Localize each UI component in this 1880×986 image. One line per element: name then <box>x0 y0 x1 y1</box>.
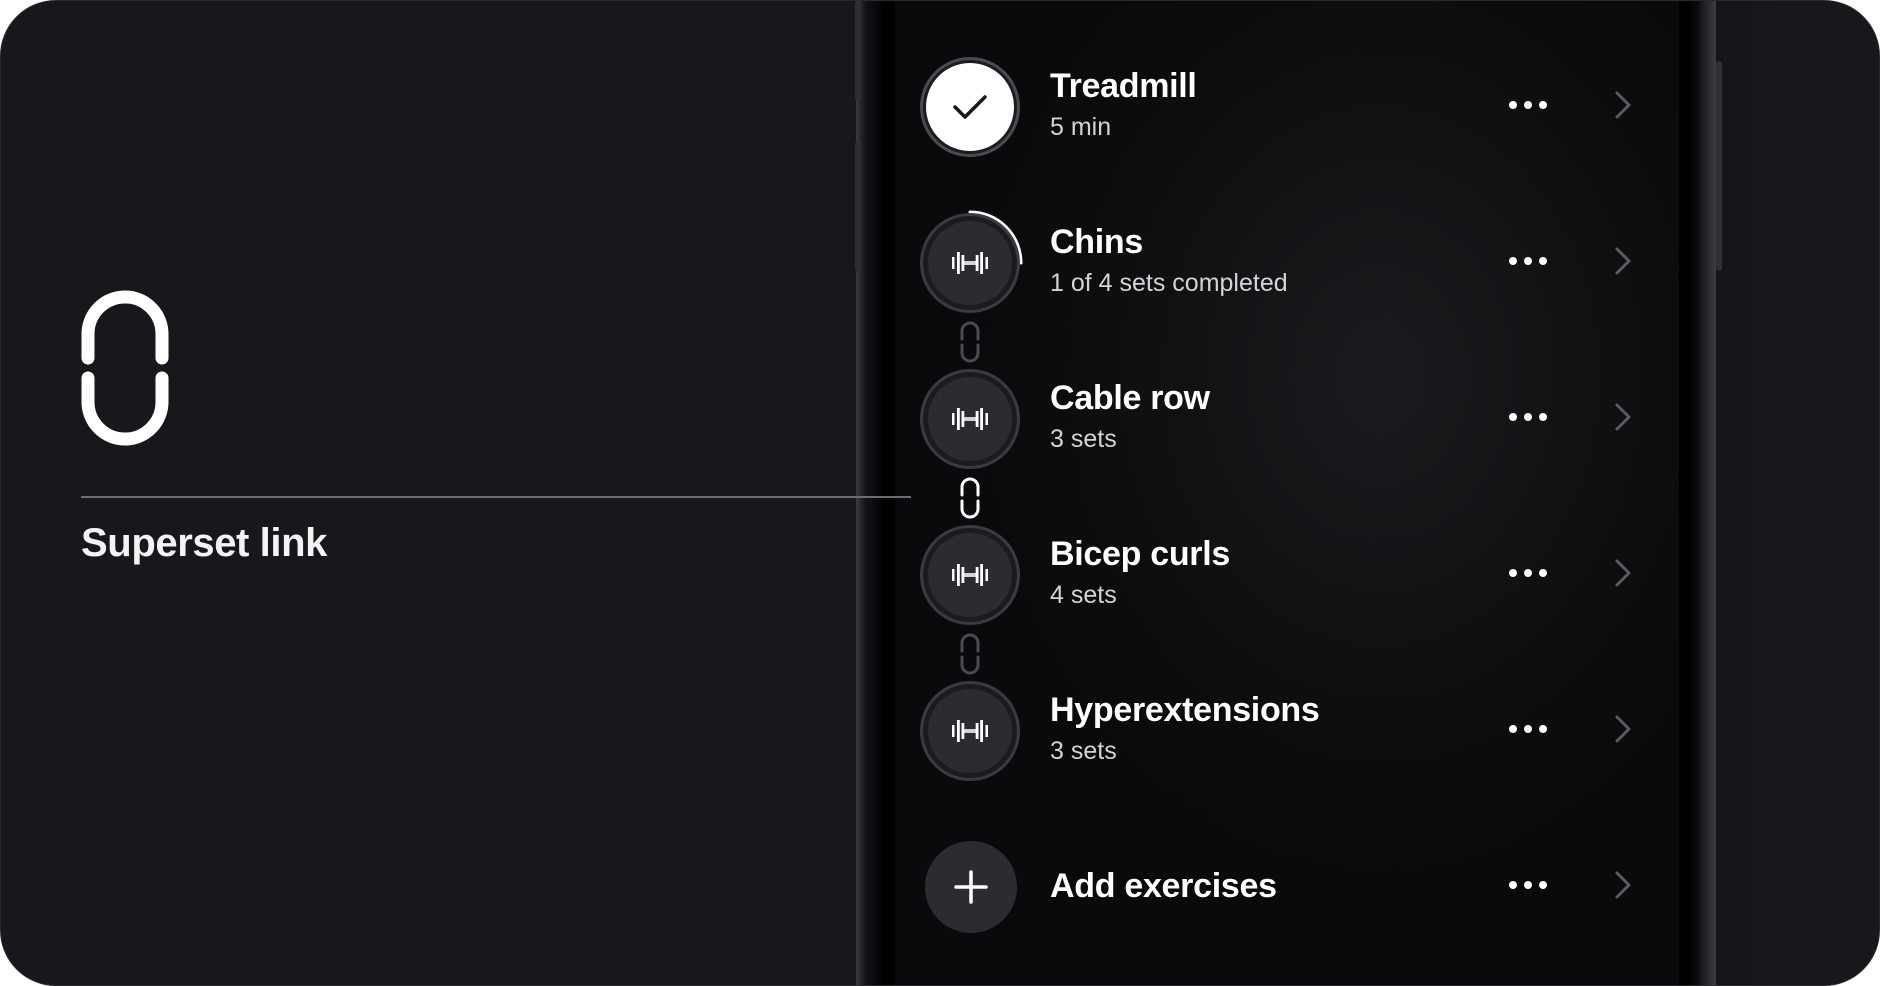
more-options-button[interactable] <box>1509 251 1553 271</box>
exercise-subtitle: 4 sets <box>1050 581 1117 609</box>
exercise-title: Treadmill <box>1050 67 1197 105</box>
exercise-row-hyperextensions[interactable]: Hyperextensions 3 sets <box>895 673 1679 793</box>
exercise-title: Bicep curls <box>1050 535 1230 573</box>
annotation-panel: Superset link <box>1 1 871 985</box>
chevron-right-icon[interactable] <box>1611 243 1635 279</box>
exercise-avatar[interactable] <box>920 369 1020 469</box>
plus-icon <box>954 870 988 904</box>
add-exercises-label: Add exercises <box>1050 867 1277 905</box>
chevron-right-icon[interactable] <box>1611 867 1635 903</box>
superset-link-icon[interactable] <box>958 475 982 521</box>
callout-leader-line <box>81 496 911 498</box>
phone-side-button <box>855 1 861 101</box>
add-exercises-row[interactable]: Add exercises <box>895 829 1679 949</box>
more-options-button[interactable] <box>1509 875 1553 895</box>
dumbbell-icon <box>952 720 988 742</box>
exercise-subtitle: 3 sets <box>1050 425 1117 453</box>
caption-label: Superset link <box>81 521 327 565</box>
chevron-right-icon[interactable] <box>1611 399 1635 435</box>
status-completed[interactable] <box>920 57 1020 157</box>
exercise-avatar[interactable] <box>920 213 1020 313</box>
exercise-title: Hyperextensions <box>1050 691 1320 729</box>
more-options-button[interactable] <box>1509 719 1553 739</box>
exercise-row-bicep-curls[interactable]: Bicep curls 4 sets <box>895 517 1679 637</box>
exercise-avatar[interactable] <box>920 525 1020 625</box>
dumbbell-icon <box>952 564 988 586</box>
chevron-right-icon[interactable] <box>1611 87 1635 123</box>
exercise-row-chins[interactable]: Chins 1 of 4 sets completed <box>895 205 1679 325</box>
illustration-card: Superset link Treadmill 5 min Chins 1 of… <box>0 0 1880 986</box>
dumbbell-icon <box>952 408 988 430</box>
more-options-button[interactable] <box>1509 407 1553 427</box>
superset-link-icon[interactable] <box>958 631 982 677</box>
exercise-subtitle: 3 sets <box>1050 737 1117 765</box>
chevron-right-icon[interactable] <box>1611 555 1635 591</box>
phone-side-button <box>855 141 861 271</box>
exercise-title: Chins <box>1050 223 1143 261</box>
workout-screen: Treadmill 5 min Chins 1 of 4 sets comple… <box>895 1 1679 985</box>
chevron-right-icon[interactable] <box>1611 711 1635 747</box>
exercise-subtitle: 5 min <box>1050 113 1112 141</box>
superset-link-icon <box>81 290 169 446</box>
add-exercise-button[interactable] <box>925 841 1017 933</box>
exercise-title: Cable row <box>1050 379 1210 417</box>
more-options-button[interactable] <box>1509 95 1553 115</box>
exercise-subtitle: 1 of 4 sets completed <box>1050 269 1288 297</box>
exercise-row-cable-row[interactable]: Cable row 3 sets <box>895 361 1679 481</box>
more-options-button[interactable] <box>1509 563 1553 583</box>
phone-bezel-right <box>1716 1 1879 985</box>
phone-side-button <box>1716 61 1722 271</box>
superset-link-icon[interactable] <box>958 319 982 365</box>
exercise-row-treadmill[interactable]: Treadmill 5 min <box>895 49 1679 169</box>
checkmark-icon <box>953 95 987 119</box>
dumbbell-icon <box>952 252 988 274</box>
exercise-avatar[interactable] <box>920 681 1020 781</box>
